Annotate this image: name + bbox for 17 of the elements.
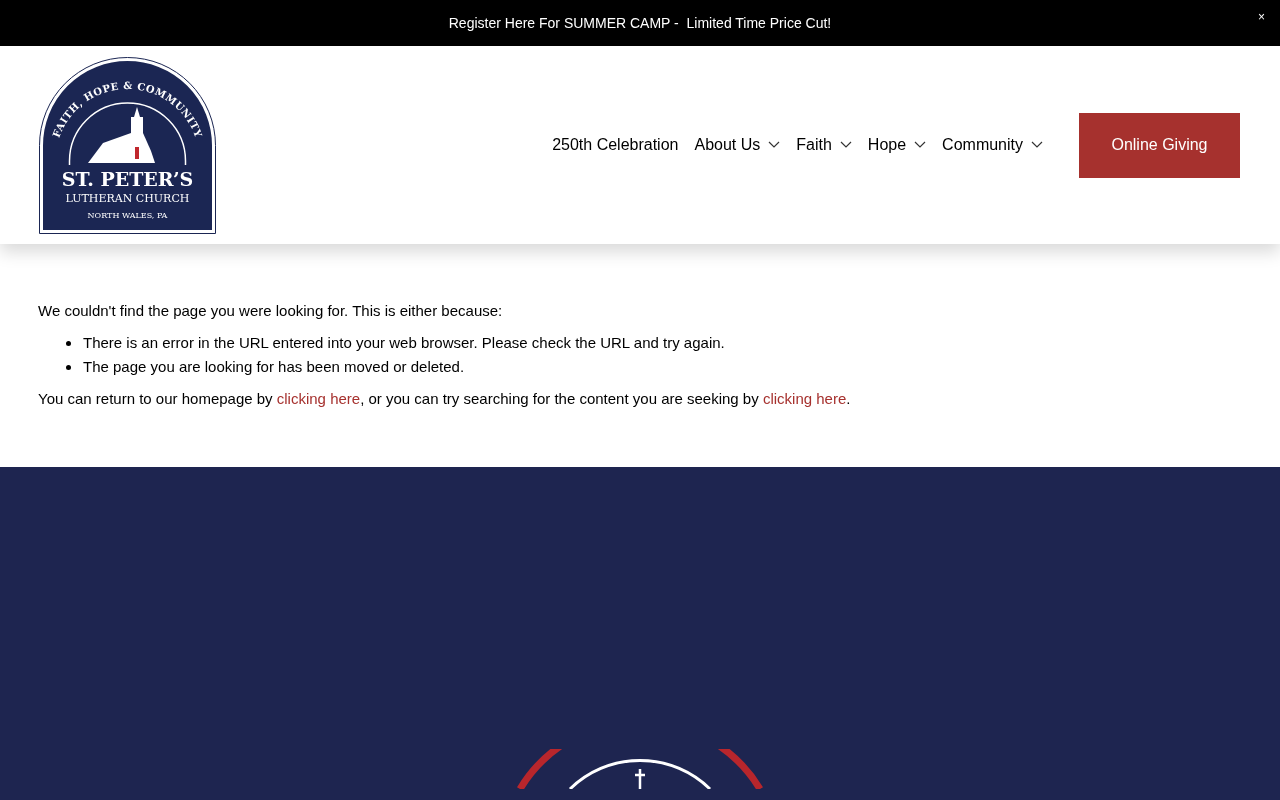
logo-subtitle: LUTHERAN CHURCH	[65, 192, 190, 204]
error-reason: The page you are looking for has been moved or deleted.	[83, 357, 465, 377]
return-message: You can return to our homepage by clicking here, or you can try searching for the content you are seeking by clicking here.	[38, 389, 852, 409]
logo-name: ST. PETER’S	[61, 169, 194, 189]
clicking-here-link[interactable]: clicking here	[276, 390, 361, 407]
error-intro: We couldn't find the page you were looking for. This is either because:	[38, 301, 504, 321]
nav-link[interactable]: Hope	[867, 133, 927, 157]
nav-link[interactable]: 250th Celebration	[552, 133, 679, 157]
logo-place: NORTH WALES, PA	[87, 211, 168, 220]
nav-link[interactable]: About Us	[694, 133, 781, 157]
online-giving-button[interactable]: Online Giving	[1079, 112, 1240, 178]
nav-link[interactable]: Community	[942, 133, 1043, 157]
close-button[interactable]: ×	[1258, 11, 1265, 23]
announcement-link[interactable]: Register Here For SUMMER CAMP - Limited Time Price Cut!	[448, 12, 832, 34]
nav-link[interactable]: Faith	[796, 133, 852, 157]
clicking-here-link[interactable]: clicking here	[762, 390, 847, 407]
error-reason: There is an error in the URL entered into your web browser. Please check the URL and try again.	[83, 333, 725, 353]
